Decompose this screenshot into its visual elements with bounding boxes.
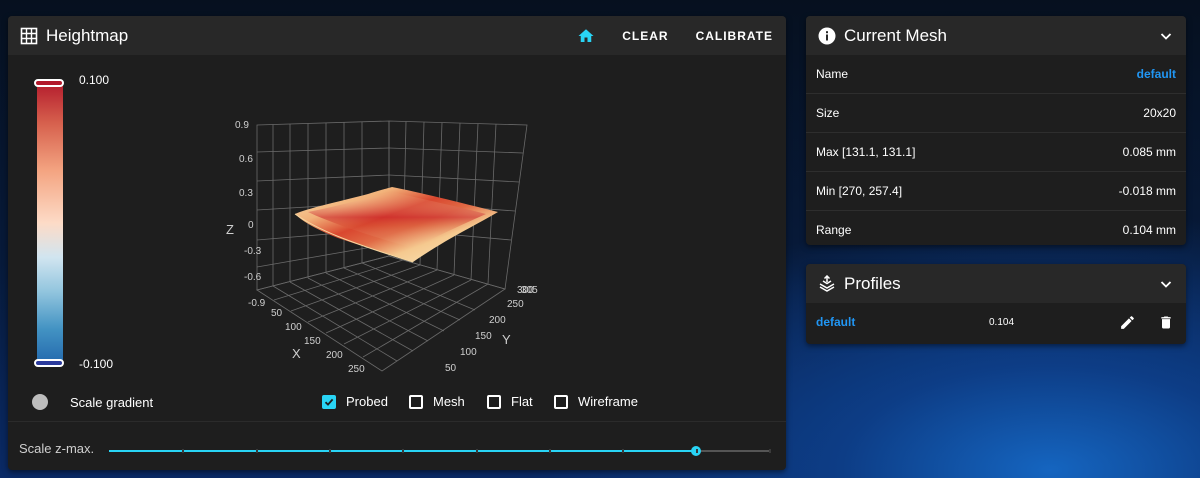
profile-name[interactable]: default [816, 315, 855, 329]
probed-checkbox[interactable] [322, 394, 336, 409]
y-axis-title: Y [502, 332, 511, 347]
mesh-row-label: Max [131.1, 131.1] [816, 145, 916, 159]
slider-tick [622, 449, 625, 453]
x-tick: 200 [326, 350, 343, 361]
trash-icon[interactable] [1158, 314, 1174, 331]
flat-label: Flat [511, 394, 533, 409]
y-tick: 250 [507, 299, 524, 310]
mesh-row-value: 0.085 mm [1122, 145, 1176, 159]
scale-gradient-switch[interactable] [32, 394, 48, 410]
mesh-row-value: 0.104 mm [1122, 223, 1176, 237]
chevron-down-icon[interactable] [1158, 276, 1174, 292]
mesh-row-label: Min [270, 257.4] [816, 184, 903, 198]
z-tick: 0 [248, 220, 254, 231]
mesh-range-row: Range 0.104 mm [806, 211, 1186, 245]
profile-range-value: 0.104 [989, 317, 1015, 328]
z-tick: -0.6 [244, 272, 262, 283]
layers-icon [819, 274, 835, 292]
z-tick: -0.9 [248, 298, 266, 309]
y-tick: 200 [489, 315, 506, 326]
mesh-row-label: Range [816, 223, 852, 237]
current-mesh-header[interactable]: Current Mesh [806, 16, 1186, 55]
z-tick: 0.6 [239, 154, 253, 165]
probed-option[interactable]: Probed [322, 394, 388, 409]
scale-zmax-footer: Scale z-max. [8, 421, 786, 470]
x-axis-title: X [292, 346, 301, 361]
mesh-option[interactable]: Mesh [409, 394, 465, 409]
z-tick: 0.3 [239, 188, 253, 199]
profiles-header[interactable]: Profiles [806, 264, 1186, 303]
slider-tick [475, 449, 478, 453]
mesh-row-value: -0.018 mm [1118, 184, 1176, 198]
z-tick: 0.9 [235, 120, 249, 131]
x-tick: 100 [285, 322, 302, 333]
chevron-down-icon[interactable] [1158, 28, 1174, 44]
y-tick: 50 [445, 363, 457, 374]
flat-checkbox[interactable] [487, 394, 501, 409]
heightmap-card: Heightmap CLEAR CALIBRATE 0.100 -0.100 0… [8, 16, 786, 470]
x-tick: 50 [271, 308, 283, 319]
slider-tick [402, 449, 405, 453]
mesh-size-row: Size 20x20 [806, 94, 1186, 133]
mesh-name-value[interactable]: default [1137, 67, 1176, 81]
z-tick: -0.3 [244, 246, 262, 257]
wireframe-checkbox[interactable] [554, 394, 568, 409]
y-tick: 305 [521, 285, 538, 296]
wireframe-label: Wireframe [578, 394, 638, 409]
mesh-row-label: Name [816, 67, 849, 81]
check-icon [324, 398, 334, 406]
slider-tick [182, 449, 185, 453]
pencil-icon[interactable] [1119, 314, 1136, 331]
x-tick: 150 [304, 336, 321, 347]
scale-zmax-slider[interactable] [109, 446, 771, 456]
profiles-title: Profiles [844, 273, 901, 293]
current-mesh-card: Current Mesh Name default Size 20x20 Max… [806, 16, 1186, 245]
profile-list-item: default 0.104 [806, 303, 1186, 343]
y-tick: 150 [475, 331, 492, 342]
wireframe-option[interactable]: Wireframe [554, 394, 638, 409]
info-icon [818, 27, 836, 44]
heightmap-surface [294, 187, 498, 263]
mesh-min-row: Min [270, 257.4] -0.018 mm [806, 172, 1186, 211]
mesh-name-row: Name default [806, 55, 1186, 94]
slider-tick [695, 449, 698, 453]
slider-tick [769, 449, 771, 453]
mesh-label: Mesh [433, 394, 465, 409]
y-tick: 100 [460, 347, 477, 358]
mesh-checkbox[interactable] [409, 394, 423, 409]
scale-zmax-label: Scale z-max. [19, 441, 95, 456]
mesh-row-label: Size [816, 106, 840, 120]
slider-tick [549, 449, 551, 453]
z-axis: 0.9 0.6 0.3 0 -0.3 -0.6 -0.9 Z [226, 120, 266, 309]
slider-tick [329, 449, 331, 453]
mesh-max-row: Max [131.1, 131.1] 0.085 mm [806, 133, 1186, 172]
flat-option[interactable]: Flat [487, 394, 533, 409]
probed-label: Probed [346, 394, 388, 409]
x-tick: 250 [348, 364, 365, 375]
z-axis-title: Z [226, 222, 234, 237]
slider-tick [255, 449, 258, 453]
mesh-row-value: 20x20 [1143, 106, 1176, 120]
profiles-card: Profiles default 0.104 [806, 264, 1186, 344]
scale-gradient-toggle[interactable]: Scale gradient [32, 394, 153, 410]
scale-gradient-label: Scale gradient [70, 394, 154, 410]
current-mesh-title: Current Mesh [844, 25, 947, 45]
